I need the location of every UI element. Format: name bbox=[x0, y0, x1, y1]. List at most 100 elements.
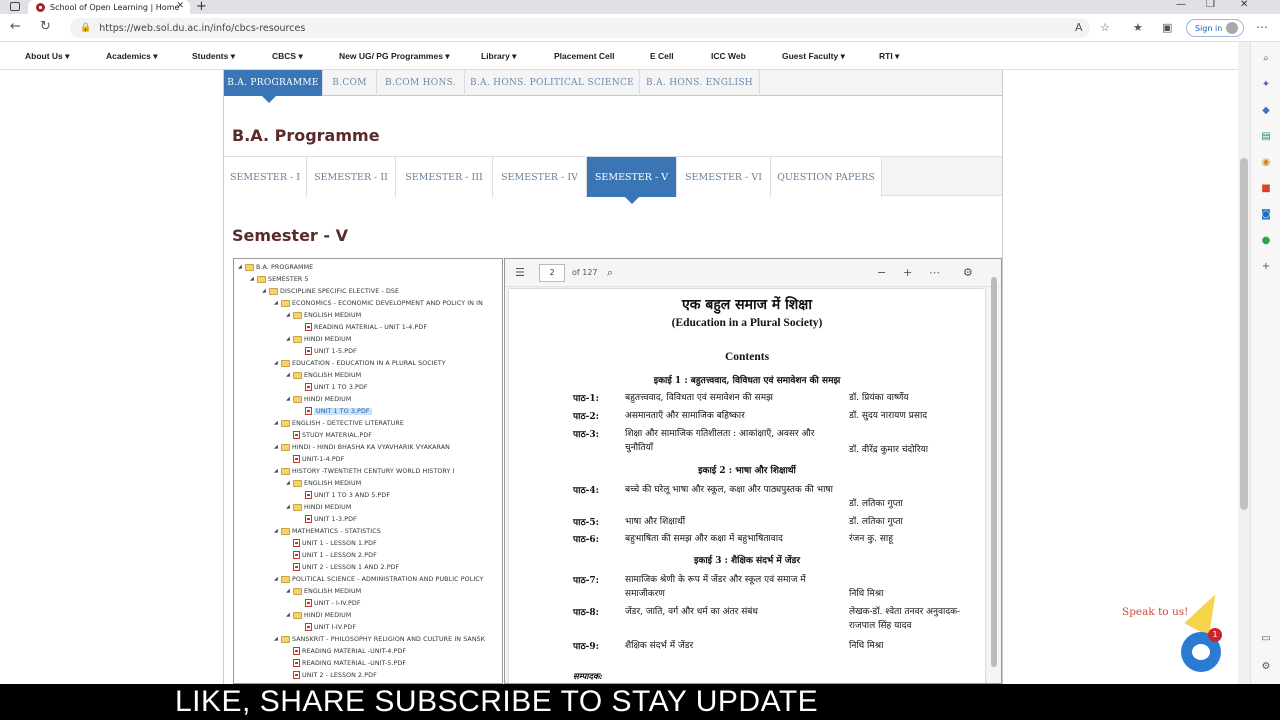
nav-guest-faculty[interactable]: Guest Faculty ▾ bbox=[782, 51, 845, 62]
tree-folder-item[interactable]: ◢ ENGLISH - DETECTIVE LITERATURE bbox=[274, 417, 404, 429]
tab-ba-programme[interactable]: B.A. PROGRAMME bbox=[224, 70, 323, 103]
expand-toggle-icon[interactable]: ◢ bbox=[238, 264, 243, 270]
nav-new-programmes[interactable]: New UG/ PG Programmes ▾ bbox=[339, 51, 450, 62]
expand-toggle-icon[interactable]: ◢ bbox=[286, 372, 291, 378]
tree-folder-item[interactable]: ◢ HINDI MEDIUM bbox=[286, 609, 351, 621]
nav-rti[interactable]: RTI ▾ bbox=[879, 51, 899, 62]
more-options-icon[interactable]: ⋯ bbox=[1256, 20, 1268, 34]
refresh-icon[interactable]: ↻ bbox=[40, 19, 51, 34]
split-screen-icon[interactable]: ▭ bbox=[1259, 632, 1273, 646]
tree-file-item[interactable]: UNIT 1-3.PDF bbox=[298, 513, 357, 525]
tree-file-item[interactable]: UNIT 2 - LESSON 2.PDF bbox=[286, 669, 377, 681]
tab-semester-2[interactable]: SEMESTER - II bbox=[307, 157, 396, 197]
tree-file-item[interactable]: UNIT 1 TO 3.PDF bbox=[298, 381, 368, 393]
tree-folder-item[interactable]: ◢ HINDI MEDIUM bbox=[286, 501, 351, 513]
contents-list-icon[interactable]: ☰ bbox=[515, 266, 525, 279]
address-bar[interactable]: 🔒 https://web.sol.du.ac.in/info/cbcs-res… bbox=[70, 18, 1090, 38]
tab-semester-3[interactable]: SEMESTER - III bbox=[396, 157, 493, 197]
minimize-icon[interactable]: — bbox=[1176, 0, 1186, 10]
shopping-tag-icon[interactable]: ◆ bbox=[1259, 104, 1273, 118]
tree-file-item[interactable]: UNIT 1 - LESSON 2.PDF bbox=[286, 549, 377, 561]
tree-file-item[interactable]: UNIT 1 TO 3.PDF bbox=[298, 405, 372, 417]
expand-toggle-icon[interactable]: ◢ bbox=[286, 588, 291, 594]
close-window-icon[interactable]: ✕ bbox=[1240, 0, 1248, 10]
copilot-icon[interactable]: ✦ bbox=[1259, 78, 1273, 92]
expand-toggle-icon[interactable]: ◢ bbox=[274, 444, 279, 450]
tree-file-item[interactable]: READING MATERIAL -UNIT-4.PDF bbox=[286, 645, 406, 657]
expand-toggle-icon[interactable]: ◢ bbox=[250, 276, 255, 282]
nav-library[interactable]: Library ▾ bbox=[481, 51, 516, 62]
tab-semester-6[interactable]: SEMESTER - VI bbox=[677, 157, 771, 197]
tab-ba-hons-political-science[interactable]: B.A. HONS. POLITICAL SCIENCE bbox=[465, 70, 640, 96]
tab-semester-1[interactable]: SEMESTER - I bbox=[224, 157, 307, 197]
tab-semester-5[interactable]: SEMESTER - V bbox=[587, 157, 677, 204]
tree-file-item[interactable]: UNIT-1-4.PDF bbox=[286, 453, 344, 465]
tree-file-item[interactable]: UNIT 1 TO 3 AND 5.PDF bbox=[298, 489, 390, 501]
maximize-icon[interactable]: ❐ bbox=[1206, 0, 1215, 10]
tree-folder-item[interactable]: ◢ ENGLISH MEDIUM bbox=[286, 585, 361, 597]
more-tools-icon[interactable]: ⋯ bbox=[929, 266, 940, 279]
page-scrollbar[interactable] bbox=[1238, 42, 1250, 684]
tools-icon[interactable]: ▤ bbox=[1259, 130, 1273, 144]
tree-folder-item[interactable]: ◢ ECONOMICS - ECONOMIC DEVELOPMENT AND PO… bbox=[274, 297, 483, 309]
settings-gear-icon[interactable]: ⚙ bbox=[963, 266, 973, 279]
expand-toggle-icon[interactable]: ◢ bbox=[274, 360, 279, 366]
tree-folder-item[interactable]: ◢ EDUCATION - EDUCATION IN A PLURAL SOCIE… bbox=[274, 357, 446, 369]
add-icon[interactable]: + bbox=[1259, 260, 1273, 274]
tree-file-item[interactable]: UNIT 1 - LESSON 1.PDF bbox=[286, 537, 377, 549]
tree-folder-item[interactable]: ◢ B.A. PROGRAMME bbox=[238, 261, 313, 273]
browser-tab[interactable]: School of Open Learning | Home ✕ bbox=[28, 0, 190, 14]
back-icon[interactable]: ← bbox=[10, 19, 21, 34]
tree-folder-item[interactable]: ◢ HINDI MEDIUM bbox=[286, 393, 351, 405]
sign-in-button[interactable]: Sign in bbox=[1186, 19, 1244, 37]
collections-icon[interactable]: ▣ bbox=[1162, 21, 1172, 34]
tree-folder-item[interactable]: ◢ DISCIPLINE SPECIFIC ELECTIVE - DSE bbox=[262, 285, 399, 297]
chat-button[interactable]: 1 bbox=[1181, 628, 1222, 672]
tree-file-item[interactable]: UNIT 2 - LESSON 1 AND 2.PDF bbox=[286, 561, 399, 573]
spotify-icon[interactable]: ● bbox=[1259, 234, 1273, 248]
tree-file-item[interactable]: STUDY MATERIAL.PDF bbox=[286, 429, 372, 441]
nav-cbcs[interactable]: CBCS ▾ bbox=[272, 51, 303, 62]
nav-students[interactable]: Students ▾ bbox=[192, 51, 235, 62]
expand-toggle-icon[interactable]: ◢ bbox=[286, 612, 291, 618]
favorites-icon[interactable]: ★ bbox=[1133, 21, 1143, 34]
page-scroll-thumb[interactable] bbox=[1240, 158, 1248, 510]
expand-toggle-icon[interactable]: ◢ bbox=[274, 636, 279, 642]
favorite-star-icon[interactable]: ☆ bbox=[1100, 21, 1110, 34]
page-number-input[interactable]: 2 bbox=[539, 264, 565, 282]
zoom-out-icon[interactable]: − bbox=[877, 266, 886, 279]
search-icon[interactable]: ⌕ bbox=[607, 266, 613, 280]
expand-toggle-icon[interactable]: ◢ bbox=[286, 504, 291, 510]
expand-toggle-icon[interactable]: ◢ bbox=[274, 300, 279, 306]
zoom-in-icon[interactable]: + bbox=[903, 266, 912, 279]
nav-about-us[interactable]: About Us ▾ bbox=[25, 51, 69, 62]
nav-academics[interactable]: Academics ▾ bbox=[106, 51, 158, 62]
sidebar-settings-icon[interactable]: ⚙ bbox=[1259, 660, 1273, 674]
tree-file-item[interactable]: UNIT I-IV.PDF bbox=[298, 621, 356, 633]
tree-folder-item[interactable]: ◢ HINDI - HINDI BHASHA KA VYAVHARIK VYAKA… bbox=[274, 441, 450, 453]
tree-scrollbar[interactable] bbox=[502, 259, 503, 684]
tree-file-item[interactable]: READING MATERIAL -UNIT-5.PDF bbox=[286, 657, 406, 669]
tree-folder-item[interactable]: ◢ SEMESTER 5 bbox=[250, 273, 309, 285]
tree-folder-item[interactable]: ◢ SANSKRIT - PHILOSOPHY RELIGION AND CULT… bbox=[274, 633, 485, 645]
expand-toggle-icon[interactable]: ◢ bbox=[274, 468, 279, 474]
tab-semester-4[interactable]: SEMESTER - IV bbox=[493, 157, 587, 197]
tab-bcom[interactable]: B.COM bbox=[323, 70, 377, 96]
office-icon[interactable]: ■ bbox=[1259, 182, 1273, 196]
tree-file-item[interactable]: UNIT 1-5.PDF bbox=[298, 345, 357, 357]
tree-file-item[interactable]: UNIT - I-IV.PDF bbox=[298, 597, 361, 609]
tab-ba-hons-english[interactable]: B.A. HONS. ENGLISH bbox=[640, 70, 760, 96]
read-aloud-icon[interactable]: A bbox=[1075, 21, 1083, 34]
tree-folder-item[interactable]: ◢ MATHEMATICS - STATISTICS bbox=[274, 525, 381, 537]
tab-bcom-hons[interactable]: B.COM HONS. bbox=[377, 70, 465, 96]
tree-folder-item[interactable]: ◢ ENGLISH MEDIUM bbox=[286, 369, 361, 381]
outlook-icon[interactable]: ◙ bbox=[1259, 208, 1273, 222]
tree-folder-item[interactable]: ◢ HISTORY -TWENTIETH CENTURY WORLD HISTOR… bbox=[274, 465, 454, 477]
pdf-scroll-thumb[interactable] bbox=[991, 277, 997, 667]
speak-to-us-label[interactable]: Speak to us! bbox=[1122, 606, 1188, 618]
expand-toggle-icon[interactable]: ◢ bbox=[274, 528, 279, 534]
pdf-scrollbar[interactable] bbox=[990, 269, 998, 683]
expand-toggle-icon[interactable]: ◢ bbox=[274, 420, 279, 426]
nav-placement-cell[interactable]: Placement Cell bbox=[554, 51, 614, 61]
tree-folder-item[interactable]: ◢ ENGLISH MEDIUM bbox=[286, 309, 361, 321]
